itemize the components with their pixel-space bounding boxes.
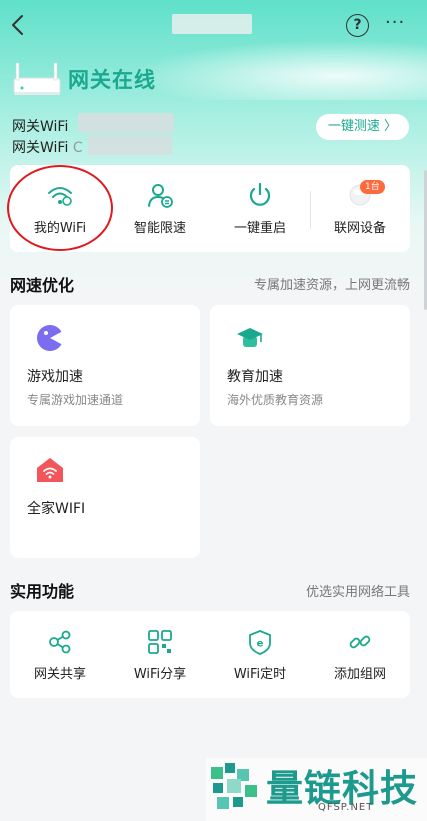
- feature-name: 游戏加速: [27, 369, 83, 385]
- quick-action-label: 联网设备: [333, 221, 386, 236]
- qrcode-icon: [148, 630, 172, 654]
- section-subtitle-speed: 专属加速资源，上网更流畅: [253, 278, 410, 293]
- quick-action-connected-devices[interactable]: 联网设备: [310, 165, 410, 252]
- tool-label: 添加组网: [333, 667, 386, 682]
- top-bar: ? ···: [0, 0, 427, 52]
- shield-timer-icon: e: [249, 630, 271, 655]
- feature-name: 教育加速: [227, 369, 283, 385]
- section-subtitle-tools: 优选实用网络工具: [305, 585, 410, 600]
- section-title-speed: 网速优化: [10, 276, 75, 295]
- section-title-tools: 实用功能: [10, 582, 75, 601]
- game-icon: [37, 325, 63, 351]
- feature-card-education[interactable]: 教育加速 海外优质教育资源: [210, 305, 410, 426]
- feature-desc: 海外优质教育资源: [227, 393, 324, 407]
- quick-action-speed-limit[interactable]: 智能限速: [110, 165, 210, 252]
- share-icon: [49, 630, 71, 654]
- tool-label: WiFi分享: [133, 667, 187, 682]
- svg-text:e: e: [257, 639, 264, 650]
- tools-card: 网关共享 WiFi分享 e WiFi定时 添加组网: [10, 611, 410, 698]
- quick-action-label: 一键重启: [233, 221, 286, 236]
- wifi-label-2: 网关WiFi C: [12, 140, 83, 156]
- feature-card-game[interactable]: 游戏加速 专属游戏加速通道: [10, 305, 200, 426]
- watermark: 量链科技 QFSP.NET: [206, 758, 427, 821]
- more-icon[interactable]: ···: [385, 12, 415, 36]
- feature-card-home-wifi[interactable]: 全家WIFI: [10, 437, 200, 558]
- page-title-masked: [172, 14, 252, 34]
- quick-action-label: 智能限速: [133, 221, 186, 236]
- router-image: [13, 62, 61, 95]
- user-speed-icon: [148, 184, 173, 208]
- wifi-ssid-1-masked: [78, 113, 174, 133]
- watermark-subtext: QFSP.NET: [318, 802, 374, 813]
- speedtest-button[interactable]: 一键测速 〉: [316, 114, 409, 140]
- gateway-status: 网关在线: [68, 68, 156, 92]
- feature-name: 全家WIFI: [27, 501, 86, 517]
- help-icon[interactable]: ?: [346, 14, 369, 37]
- wifi-ssid-2-masked: [88, 135, 172, 155]
- education-icon: [237, 328, 263, 347]
- home-wifi-icon: [37, 458, 63, 482]
- back-icon[interactable]: [6, 12, 32, 38]
- tool-add-mesh[interactable]: 添加组网: [310, 611, 410, 698]
- tool-wifi-share[interactable]: WiFi分享: [110, 611, 210, 698]
- feature-desc: 专属游戏加速通道: [27, 393, 124, 407]
- link-icon: [349, 635, 371, 649]
- highlight-circle: [7, 165, 113, 251]
- power-icon: [249, 182, 271, 206]
- tool-label: WiFi定时: [233, 667, 287, 682]
- tool-label: 网关共享: [33, 667, 86, 682]
- quick-action-restart[interactable]: 一键重启: [210, 165, 310, 252]
- wifi-label-1: 网关WiFi: [12, 119, 69, 135]
- tool-gateway-share[interactable]: 网关共享: [10, 611, 110, 698]
- tool-wifi-timer[interactable]: e WiFi定时: [210, 611, 310, 698]
- device-count-badge: 1台: [360, 180, 385, 194]
- watermark-logo-icon: [211, 763, 257, 809]
